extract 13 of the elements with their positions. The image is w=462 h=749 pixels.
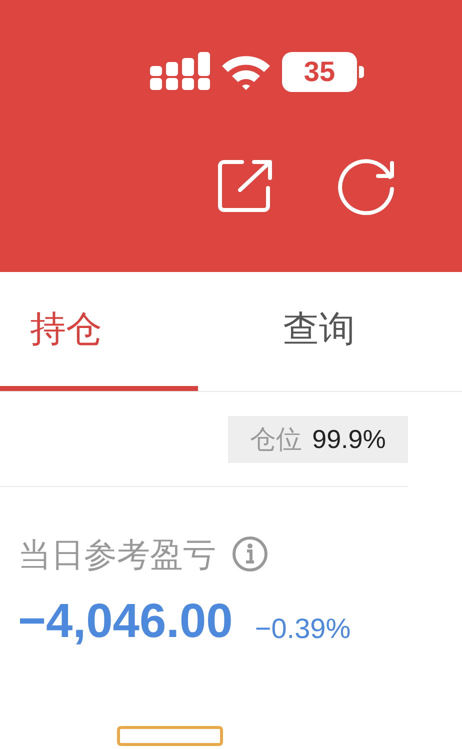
daily-pnl-amount: −4,046.00: [18, 598, 233, 646]
daily-pnl-label: 当日参考盈亏: [18, 538, 216, 570]
signal-icon: [150, 52, 210, 92]
battery-cap-icon: [359, 66, 364, 78]
battery-level: 35: [282, 52, 357, 92]
position-value: 99.9%: [312, 423, 386, 456]
info-icon[interactable]: [232, 536, 268, 572]
position-label: 仓位: [250, 423, 302, 456]
daily-pnl-percent: −0.39%: [254, 615, 351, 643]
tab[interactable]: 查询: [198, 272, 396, 391]
tab[interactable]: 持仓: [0, 272, 198, 391]
share-icon[interactable]: [218, 158, 274, 214]
refresh-icon[interactable]: [338, 157, 396, 215]
